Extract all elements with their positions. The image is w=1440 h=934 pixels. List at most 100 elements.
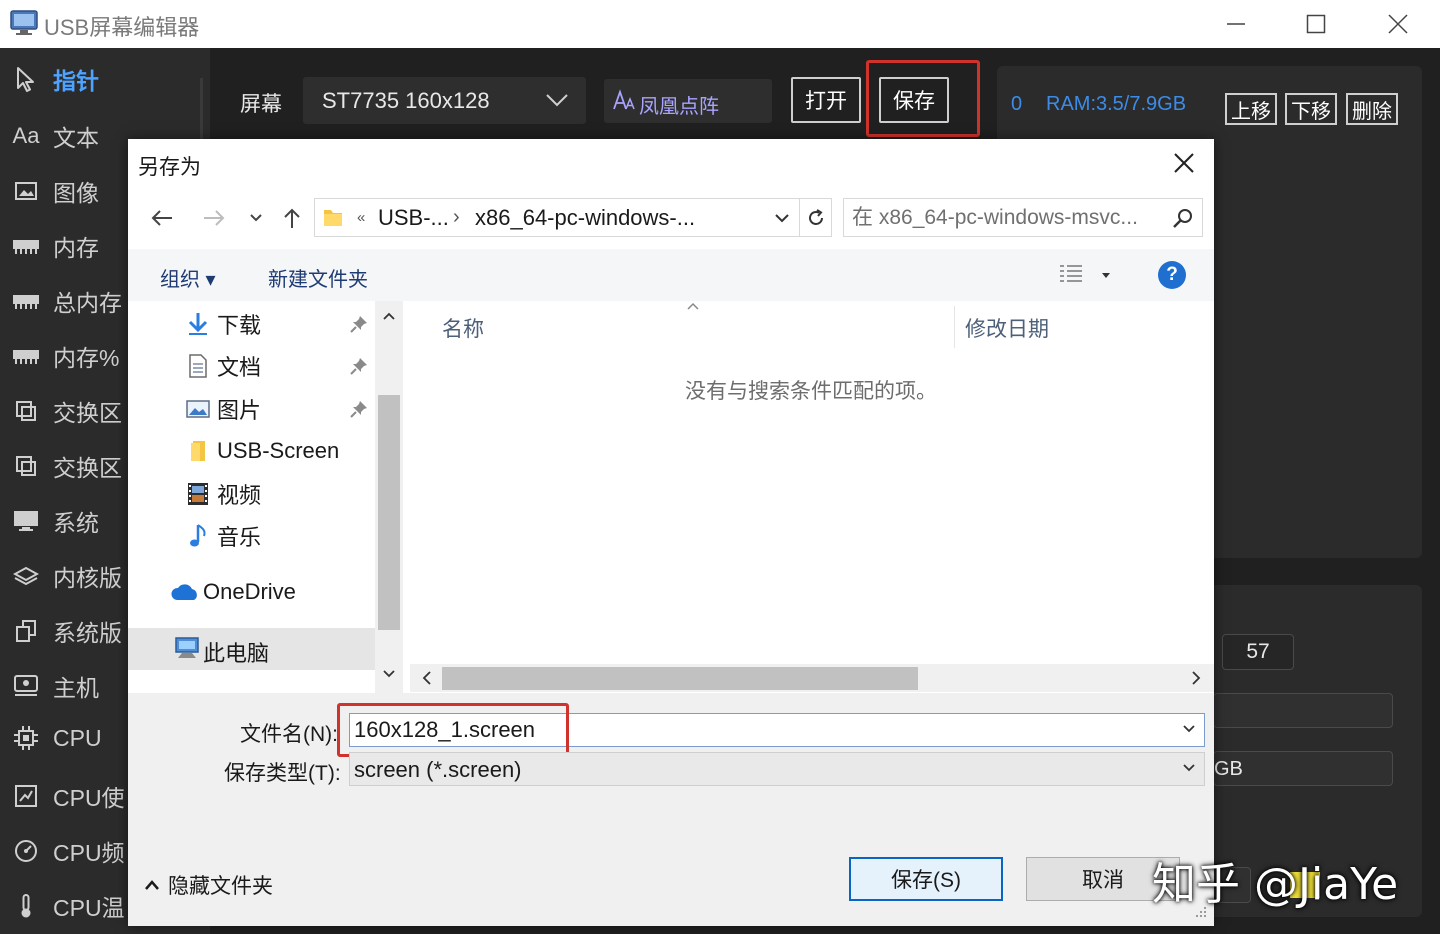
nav-item-label: USB-Screen: [217, 438, 340, 463]
pin-icon[interactable]: [350, 400, 368, 418]
sidebar-item-label: 交换区: [53, 400, 122, 426]
sidebar-item-pointer[interactable]: 指针: [0, 54, 210, 104]
property-unit-field[interactable]: GB: [1213, 751, 1393, 786]
scrollbar-thumb[interactable]: [378, 395, 400, 630]
nav-item-downloads[interactable]: 下载: [128, 304, 375, 344]
refresh-button[interactable]: [800, 198, 832, 237]
open-button[interactable]: 打开: [791, 77, 861, 123]
copy-icon: [12, 617, 40, 645]
image-icon: [12, 177, 40, 205]
hide-folders-label: 隐藏文件夹: [168, 875, 273, 898]
search-box[interactable]: [843, 198, 1203, 237]
ram-count: 0: [1011, 93, 1023, 115]
organize-menu[interactable]: 组织 ▾: [160, 263, 216, 292]
breadcrumb-overflow[interactable]: «: [357, 209, 365, 226]
close-button[interactable]: [1358, 0, 1438, 48]
chevron-up-icon[interactable]: [383, 311, 395, 321]
nav-item-label: OneDrive: [203, 579, 296, 604]
swap-icon: [12, 397, 40, 425]
pointer-icon: [12, 65, 40, 93]
pin-icon[interactable]: [350, 315, 368, 333]
maximize-icon: [1306, 14, 1326, 34]
minimize-icon: [1227, 23, 1245, 25]
toolbar: 屏幕 ST7735 160x128 凤凰点阵 打开 保存 0 RAM:3.5/7…: [210, 48, 1440, 160]
dialog-title: 另存为: [138, 156, 201, 179]
dialog-save-button[interactable]: 保存(S): [849, 857, 1003, 901]
chevron-left-icon[interactable]: [422, 671, 432, 685]
column-header-name[interactable]: 名称: [442, 313, 484, 343]
property-unit-text: GB: [1214, 758, 1243, 780]
view-options-icon[interactable]: [1058, 263, 1084, 285]
nav-item-label: 图片: [217, 398, 262, 423]
chevron-down-icon[interactable]: [1182, 763, 1196, 773]
minimize-button[interactable]: [1196, 0, 1276, 48]
nav-item-music[interactable]: 音乐: [128, 516, 375, 556]
scrollbar-thumb[interactable]: [442, 667, 918, 690]
maximize-button[interactable]: [1276, 0, 1356, 48]
filename-label: 文件名(N):: [240, 723, 338, 746]
move-up-button[interactable]: 上移: [1225, 93, 1277, 125]
forward-button[interactable]: [199, 203, 229, 233]
address-bar[interactable]: « USB-... › x86_64-pc-windows-...: [314, 198, 800, 237]
window-title: USB屏幕编辑器: [44, 15, 200, 40]
chevron-down-icon[interactable]: [383, 669, 395, 679]
filetype-select[interactable]: screen (*.screen): [349, 752, 1205, 786]
file-list-scrollbar[interactable]: [410, 664, 1214, 692]
nav-pane-scrollbar[interactable]: [375, 301, 403, 693]
search-input[interactable]: [852, 203, 1162, 233]
watermark-text: 知乎 @JiaYe: [1152, 859, 1399, 910]
nav-item-onedrive[interactable]: OneDrive: [128, 572, 375, 612]
speed-icon: [12, 837, 40, 865]
screen-model-select[interactable]: ST7735 160x128: [303, 77, 586, 124]
nav-item-this-pc[interactable]: 此电脑: [128, 628, 375, 670]
monitor-app-icon: [10, 10, 38, 35]
delete-button[interactable]: 删除: [1346, 93, 1398, 125]
empty-results-message: 没有与搜索条件匹配的项。: [685, 380, 937, 403]
up-folder-button[interactable]: [277, 203, 307, 233]
text-aa-icon: Aa: [12, 123, 40, 148]
filetype-value: screen (*.screen): [354, 757, 522, 782]
chip-icon: [12, 724, 40, 752]
nav-item-label: 此电脑: [203, 641, 270, 666]
hide-folders-toggle[interactable]: 隐藏文件夹: [144, 870, 273, 900]
chevron-down-icon[interactable]: [1182, 724, 1196, 734]
help-icon[interactable]: ?: [1158, 261, 1186, 289]
chevron-down-icon[interactable]: [773, 209, 791, 227]
breadcrumb-separator[interactable]: ›: [453, 206, 460, 229]
video-icon: [186, 482, 210, 506]
view-dropdown-icon[interactable]: [1102, 273, 1110, 278]
move-down-button[interactable]: 下移: [1285, 93, 1337, 125]
download-icon: [186, 312, 210, 336]
dialog-close-button[interactable]: [1168, 149, 1200, 177]
sidebar-item-label: CPU温: [53, 895, 125, 921]
this-pc-icon: [175, 637, 199, 658]
sidebar-item-label: 图像: [53, 180, 99, 206]
host-icon: [12, 672, 40, 700]
sidebar-item-label: 内存: [53, 235, 99, 261]
back-button[interactable]: [147, 203, 177, 233]
property-value-field[interactable]: 57: [1222, 634, 1294, 670]
new-folder-button[interactable]: 新建文件夹: [268, 263, 368, 292]
close-icon: [1388, 14, 1408, 34]
nav-item-videos[interactable]: 视频: [128, 474, 375, 514]
breadcrumb-item[interactable]: USB-...: [378, 205, 449, 231]
folder-icon: [324, 210, 342, 226]
sort-ascending-icon: [687, 302, 699, 310]
property-field[interactable]: [1213, 693, 1393, 728]
font-select[interactable]: 凤凰点阵: [604, 79, 772, 123]
arrow-right-icon: [204, 210, 225, 226]
chevron-down-icon: [250, 214, 262, 222]
sidebar-item-label: CPU使: [53, 785, 125, 811]
sidebar-item-label: 系统: [53, 510, 99, 536]
breadcrumb-item[interactable]: x86_64-pc-windows-...: [475, 205, 695, 231]
chevron-right-icon[interactable]: [1191, 671, 1201, 685]
swap-icon: [12, 452, 40, 480]
pin-icon[interactable]: [350, 357, 368, 375]
recent-locations-button[interactable]: [241, 203, 271, 233]
font-icon: [613, 89, 635, 110]
nav-item-usb-screen[interactable]: USB-Screen: [128, 431, 375, 471]
nav-item-pictures[interactable]: 图片: [128, 389, 375, 429]
column-header-date[interactable]: 修改日期: [965, 313, 1049, 343]
nav-item-documents[interactable]: 文档: [128, 346, 375, 386]
column-divider[interactable]: [954, 306, 955, 348]
